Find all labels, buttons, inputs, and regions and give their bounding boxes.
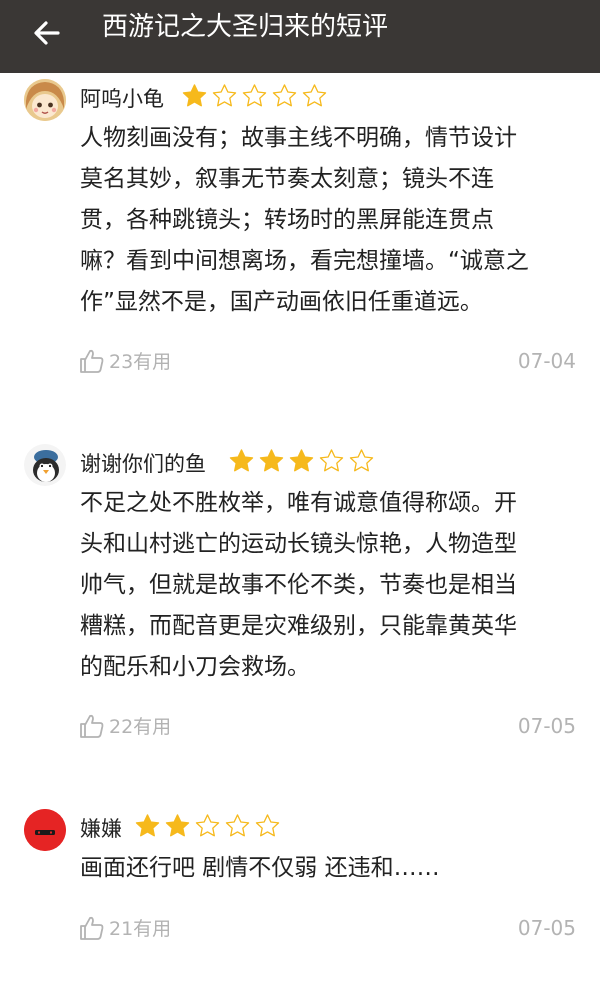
thumbs-up-icon [80, 349, 104, 373]
cartoon-girl-avatar [24, 79, 66, 121]
review-date: 07-04 [517, 349, 576, 373]
penguin-avatar [24, 444, 66, 486]
page-title: 西游记之大圣归来的短评 [102, 12, 389, 42]
arrow-left-icon [34, 21, 60, 45]
review-text-line: 不足之处不胜枚举，唯有诚意值得称颂。开 [80, 490, 517, 516]
review-text: 人物刻画没有；故事主线不明确，情节设计 莫名其妙，叙事无节奏太刻意；镜头不连 贯… [80, 118, 570, 323]
review-item: 阿呜小龟 人物刻画没有；故事主线不明确，情节设计 莫名其妙，叙事无节奏太刻意；镜… [0, 73, 600, 418]
back-button[interactable] [26, 12, 68, 54]
username[interactable]: 阿呜小龟 [80, 83, 164, 113]
star-rating [228, 448, 375, 474]
review-text-line: 画面还行吧 剧情不仅弱 还违和…… [80, 855, 440, 881]
star-empty-icon [225, 814, 250, 837]
star-filled-icon [135, 814, 160, 837]
star-filled-icon [229, 449, 254, 472]
review-text: 画面还行吧 剧情不仅弱 还违和…… [80, 848, 570, 889]
review-text-line: 糟糕，而配音更是灾难级别，只能靠黄英华 [80, 613, 517, 639]
star-empty-icon [349, 449, 374, 472]
red-face-avatar [24, 809, 66, 851]
useful-button[interactable]: 21有用 [79, 914, 171, 941]
star-filled-icon [259, 449, 284, 472]
star-rating [134, 813, 281, 839]
username[interactable]: 嫌嫌 [80, 813, 122, 843]
avatar[interactable] [24, 79, 66, 121]
review-text: 不足之处不胜枚举，唯有诚意值得称颂。开 头和山村逃亡的运动长镜头惊艳，人物造型 … [80, 483, 570, 688]
useful-button[interactable]: 22有用 [79, 712, 171, 739]
star-empty-icon [255, 814, 280, 837]
useful-button[interactable]: 23有用 [79, 347, 171, 374]
review-date: 07-05 [517, 916, 576, 940]
star-filled-icon [182, 84, 207, 107]
review-text-line: 作”显然不是，国产动画依旧任重道远。 [80, 289, 483, 315]
useful-count: 22有用 [109, 716, 172, 738]
review-item: 嫌嫌 画面还行吧 剧情不仅弱 还违和…… 21有用 07-05 [0, 803, 600, 993]
star-empty-icon [272, 84, 297, 107]
thumbs-up-icon [80, 714, 104, 738]
review-text-line: 帅气，但就是故事不伦不类，节奏也是相当 [80, 572, 517, 598]
useful-count: 23有用 [109, 351, 172, 373]
star-filled-icon [165, 814, 190, 837]
star-rating [181, 83, 328, 109]
review-text-line: 人物刻画没有；故事主线不明确，情节设计 [80, 125, 517, 151]
review-text-line: 头和山村逃亡的运动长镜头惊艳，人物造型 [80, 531, 517, 557]
review-date: 07-05 [517, 714, 576, 738]
star-filled-icon [289, 449, 314, 472]
star-empty-icon [212, 84, 237, 107]
review-text-line: 的配乐和小刀会救场。 [80, 654, 310, 680]
username[interactable]: 谢谢你们的鱼 [80, 448, 206, 478]
review-item: 谢谢你们的鱼 不足之处不胜枚举，唯有诚意值得称颂。开 头和山村逃亡的运动长镜头惊… [0, 438, 600, 783]
avatar[interactable] [24, 809, 66, 851]
star-empty-icon [242, 84, 267, 107]
thumbs-up-icon [80, 916, 104, 940]
star-empty-icon [195, 814, 220, 837]
avatar[interactable] [24, 444, 66, 486]
review-text-line: 嘛？看到中间想离场，看完想撞墙。“诚意之 [80, 248, 529, 274]
useful-count: 21有用 [109, 918, 172, 940]
top-app-bar: 西游记之大圣归来的短评 [0, 0, 600, 73]
star-empty-icon [302, 84, 327, 107]
review-text-line: 莫名其妙，叙事无节奏太刻意；镜头不连 [80, 166, 494, 192]
star-empty-icon [319, 449, 344, 472]
review-text-line: 贯，各种跳镜头；转场时的黑屏能连贯点 [80, 207, 494, 233]
